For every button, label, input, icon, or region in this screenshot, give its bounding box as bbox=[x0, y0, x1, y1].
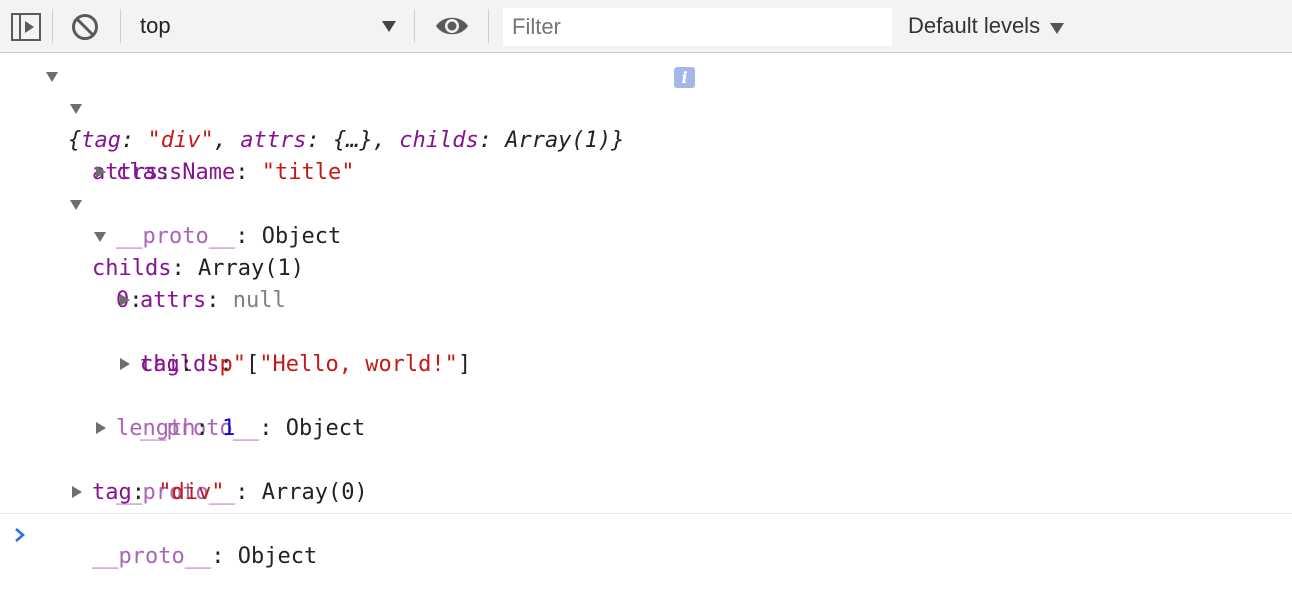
expand-arrow-icon[interactable] bbox=[46, 72, 58, 82]
toolbar-divider bbox=[488, 9, 489, 43]
tree-row-length: length: 1 bbox=[116, 416, 236, 441]
info-icon[interactable]: i bbox=[674, 67, 695, 88]
expand-arrow-icon[interactable] bbox=[120, 358, 130, 370]
expand-arrow-icon[interactable] bbox=[96, 422, 106, 434]
tree-row-index-0[interactable]: 0: bbox=[0, 221, 143, 313]
expand-arrow-icon[interactable] bbox=[94, 232, 106, 242]
chevron-down-icon[interactable] bbox=[382, 19, 396, 37]
expand-arrow-icon[interactable] bbox=[120, 294, 130, 306]
chevron-down-icon bbox=[1050, 14, 1065, 40]
clear-console-icon[interactable] bbox=[71, 13, 99, 46]
toolbar-divider bbox=[120, 9, 121, 43]
tree-row-proto[interactable]: __proto__: Object bbox=[0, 157, 341, 249]
log-levels-label: Default levels bbox=[908, 13, 1041, 38]
object-preview[interactable]: {tag: "div", attrs: {…}, childs: Array(1… bbox=[68, 125, 624, 157]
prompt-chevron-icon bbox=[14, 527, 26, 548]
tree-row-inner-tag: tag: "p" bbox=[140, 352, 246, 377]
expand-arrow-icon[interactable] bbox=[70, 200, 82, 210]
tree-row-attrs[interactable]: attrs: bbox=[0, 93, 171, 185]
tree-row-classname: className: "title" bbox=[116, 160, 355, 185]
tree-row-inner-proto[interactable]: __proto__: Object bbox=[0, 349, 365, 441]
toolbar-divider bbox=[414, 9, 415, 43]
context-selector[interactable]: top bbox=[140, 13, 171, 39]
tree-row-inner-childs[interactable]: childs: ["Hello, world!"] bbox=[0, 285, 471, 377]
object-summary-row[interactable]: {tag: "div", attrs: {…}, childs: Array(1… bbox=[0, 61, 760, 153]
console-prompt[interactable] bbox=[14, 521, 1274, 549]
tree-row-childs[interactable]: childs: Array(1) bbox=[0, 189, 304, 281]
eye-icon[interactable] bbox=[435, 14, 469, 43]
tree-row-root-proto[interactable]: __proto__: Object bbox=[0, 477, 317, 569]
console-toolbar: top Default levels bbox=[0, 0, 1292, 53]
console-divider bbox=[0, 513, 1292, 514]
toolbar-divider bbox=[52, 9, 53, 43]
tree-row-array-proto[interactable]: __proto__: Array(0) bbox=[0, 413, 368, 505]
expand-arrow-icon[interactable] bbox=[72, 486, 82, 498]
expand-arrow-icon[interactable] bbox=[96, 166, 106, 178]
sidebar-toggle-icon[interactable] bbox=[11, 13, 41, 46]
tree-row-tag: tag: "div" bbox=[92, 480, 225, 505]
tree-row-inner-attrs: attrs: null bbox=[140, 288, 286, 313]
filter-input[interactable] bbox=[503, 8, 892, 46]
log-levels-dropdown[interactable]: Default levels bbox=[908, 12, 1065, 40]
expand-arrow-icon[interactable] bbox=[70, 104, 82, 114]
